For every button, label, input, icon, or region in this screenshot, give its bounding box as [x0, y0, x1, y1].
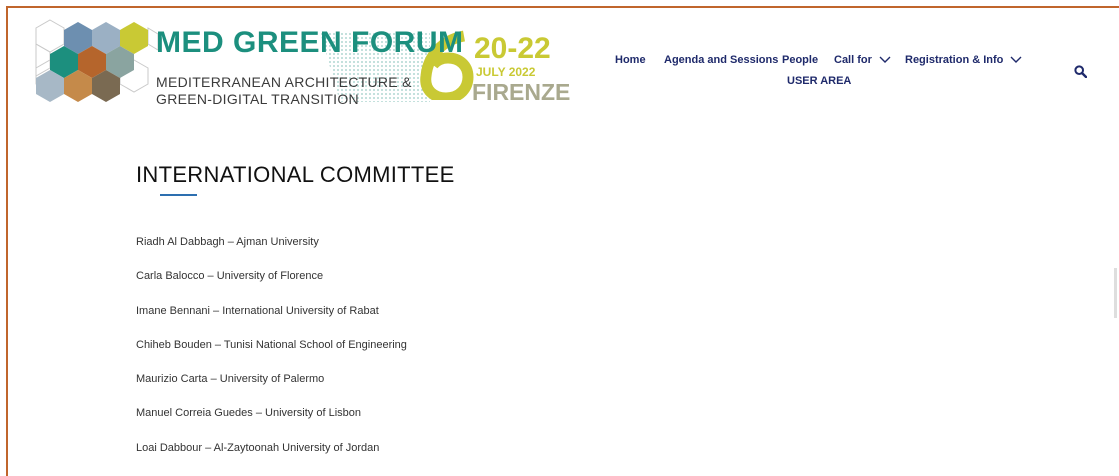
list-item: Imane Bennani – International University… [136, 304, 379, 317]
chevron-down-icon [1010, 56, 1022, 64]
list-item: Riadh Al Dabbagh – Ajman University [136, 236, 319, 248]
list-item: Chiheb Bouden – Tunisi National School o… [136, 338, 407, 351]
search-icon[interactable] [1074, 65, 1087, 78]
logo-city: FIRENZE [472, 79, 571, 105]
nav-people[interactable]: People [782, 54, 818, 66]
nav-agenda-and-sessions[interactable]: Agenda and Sessions [664, 54, 778, 66]
nav-registration-info[interactable]: Registration & Info [905, 54, 1022, 66]
nav-user-area[interactable]: USER AREA [787, 75, 851, 87]
chevron-down-icon [879, 56, 891, 64]
nav-call-for[interactable]: Call for [834, 54, 891, 66]
list-item: Maurizio Carta – University of Palermo [136, 373, 325, 386]
logo-dates: 20-22 [474, 32, 551, 65]
logo-month-year: JULY 2022 [476, 65, 536, 79]
committee-list: Riadh Al Dabbagh – Ajman University Carl… [136, 236, 407, 476]
nav-home[interactable]: Home [615, 54, 646, 66]
nav-registration-info-label: Registration & Info [905, 54, 1004, 66]
logo-title: MED GREEN FORUM [156, 26, 464, 59]
title-underline [160, 194, 197, 196]
list-item: Manuel Correia Guedes – University of Li… [136, 407, 362, 420]
nav-call-for-label: Call for [834, 54, 872, 66]
logo-subtitle-line-1: MEDITERRANEAN ARCHITECTURE & [156, 74, 412, 90]
scrollbar-thumb[interactable] [1114, 268, 1117, 318]
logo-subtitle-line-2: GREEN-DIGITAL TRANSITION [156, 91, 359, 107]
page-title: INTERNATIONAL COMMITTEE [136, 162, 455, 187]
list-item: Carla Balocco – University of Florence [136, 270, 324, 283]
hexagon-collage-icon [35, 19, 159, 102]
site-logo[interactable]: MED GREEN FORUM MEDITERRANEAN ARCHITECTU… [30, 14, 570, 110]
list-item: Loai Dabbour – Al-Zaytoonah University o… [136, 441, 380, 454]
